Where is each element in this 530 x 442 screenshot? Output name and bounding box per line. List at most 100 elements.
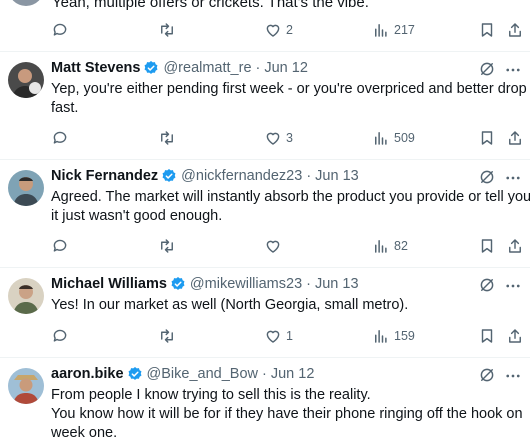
tweet-text: Yeah, multiple offers or crickets. That'… [52,0,369,11]
avatar[interactable] [8,368,44,404]
bookmark-icon [481,239,493,253]
tweet-text: Agreed. The market will instantly absorb… [51,188,530,226]
views-icon [375,240,387,253]
heart-icon [266,240,280,253]
more-icon[interactable] [504,277,522,295]
author-handle[interactable]: @Bike_and_Bow [147,366,258,382]
tweet-text: Yes! In our market as well (North Georgi… [51,296,527,315]
bookmark-icon [481,23,493,37]
grok-icon[interactable] [478,60,496,78]
tweet[interactable]: Matt Stevens @realmatt_re · Jun 12 Yep, … [0,52,530,160]
verified-badge-icon [127,366,143,382]
tweet-timestamp[interactable]: Jun 13 [315,168,359,184]
avatar[interactable] [8,0,44,6]
retweet-button[interactable] [158,326,176,346]
verified-badge-icon [143,60,159,76]
reply-button[interactable] [51,20,69,40]
more-icon[interactable] [504,367,522,385]
like-button[interactable] [264,236,286,256]
share-button[interactable] [506,20,524,40]
like-count: 2 [286,23,293,37]
views-icon [375,132,387,145]
view-count: 159 [394,329,415,343]
tweet-header: aaron.bike @Bike_and_Bow · Jun 12 [51,364,314,384]
separator-dot: · [255,60,261,76]
retweet-icon [161,329,173,343]
tweet-actions: 3 509 [51,128,522,148]
reply-button[interactable] [51,236,69,256]
tweet[interactable]: Michael Williams @mikewilliams23 · Jun 1… [0,268,530,358]
more-icon[interactable] [504,169,522,187]
author-name[interactable]: Nick Fernandez [51,168,158,184]
tweet-actions: 1 159 [51,326,522,346]
bookmark-button[interactable] [478,236,496,256]
tweet-text-line: Yes! In our market as well (North Georgi… [51,297,409,313]
avatar[interactable] [8,170,44,206]
tweet-timestamp[interactable]: Jun 13 [315,276,359,292]
view-count: 82 [394,239,408,253]
retweet-button[interactable] [158,236,176,256]
tweet-text: From people I know trying to sell this i… [51,386,527,442]
tweet-text-line: fast. [51,100,79,116]
author-handle[interactable]: @nickfernandez23 [181,168,302,184]
views-icon [375,24,387,37]
grok-icon[interactable] [478,168,496,186]
tweet[interactable]: aaron.bike @Bike_and_Bow · Jun 12 From p… [0,358,530,442]
tweet-header: Nick Fernandez @nickfernandez23 · Jun 13 [51,166,359,186]
tweet-text-line: From people I know trying to sell this i… [51,387,371,403]
tweet-timestamp[interactable]: Jun 12 [271,366,315,382]
heart-icon [266,132,280,145]
more-icon[interactable] [504,61,522,79]
views-button[interactable]: 217 [372,20,415,40]
view-count: 217 [394,23,415,37]
share-icon [509,329,521,343]
heart-icon [266,330,280,343]
bookmark-button[interactable] [478,326,496,346]
bookmark-button[interactable] [478,128,496,148]
separator-dot: · [306,276,311,292]
author-handle[interactable]: @realmatt_re [163,60,251,76]
share-button[interactable] [506,128,524,148]
views-button[interactable]: 509 [372,128,415,148]
heart-icon [266,24,280,37]
retweet-button[interactable] [158,20,176,40]
tweet-timestamp[interactable]: Jun 12 [264,60,308,76]
retweet-icon [161,239,173,253]
author-name[interactable]: aaron.bike [51,366,124,382]
bookmark-icon [481,131,493,145]
author-name[interactable]: Michael Williams [51,276,167,292]
tweet-text-line: week one. [51,425,118,441]
retweet-button[interactable] [158,128,176,148]
partial-tweet[interactable]: Yeah, multiple offers or crickets. That'… [0,0,530,52]
reply-button[interactable] [51,128,69,148]
like-count: 1 [286,329,293,343]
grok-icon[interactable] [478,366,496,384]
tweet-text-line: Agreed. The market will instantly absorb… [51,189,530,205]
avatar[interactable] [8,278,44,314]
grok-icon[interactable] [478,276,496,294]
tweet[interactable]: Nick Fernandez @nickfernandez23 · Jun 13… [0,160,530,268]
view-count: 509 [394,131,415,145]
share-button[interactable] [506,236,524,256]
separator-dot: · [262,366,267,382]
verified-badge-icon [170,276,186,292]
avatar[interactable] [8,62,44,98]
views-button[interactable]: 82 [372,236,408,256]
like-button[interactable]: 2 [264,20,293,40]
share-icon [509,239,521,253]
author-handle[interactable]: @mikewilliams23 [190,276,302,292]
retweet-icon [161,131,173,145]
reply-button[interactable] [51,326,69,346]
share-button[interactable] [506,326,524,346]
like-button[interactable]: 1 [264,326,293,346]
author-name[interactable]: Matt Stevens [51,60,140,76]
tweet-header: Matt Stevens @realmatt_re · Jun 12 [51,58,308,78]
like-button[interactable]: 3 [264,128,293,148]
tweet-text-line: You know how it will be for if they have… [51,406,523,422]
separator-dot: · [306,168,312,184]
tweet-actions: 82 [51,236,522,256]
reply-icon [53,131,67,144]
tweet-text: Yep, you're either pending first week - … [51,80,527,118]
bookmark-button[interactable] [478,20,496,40]
views-button[interactable]: 159 [372,326,415,346]
